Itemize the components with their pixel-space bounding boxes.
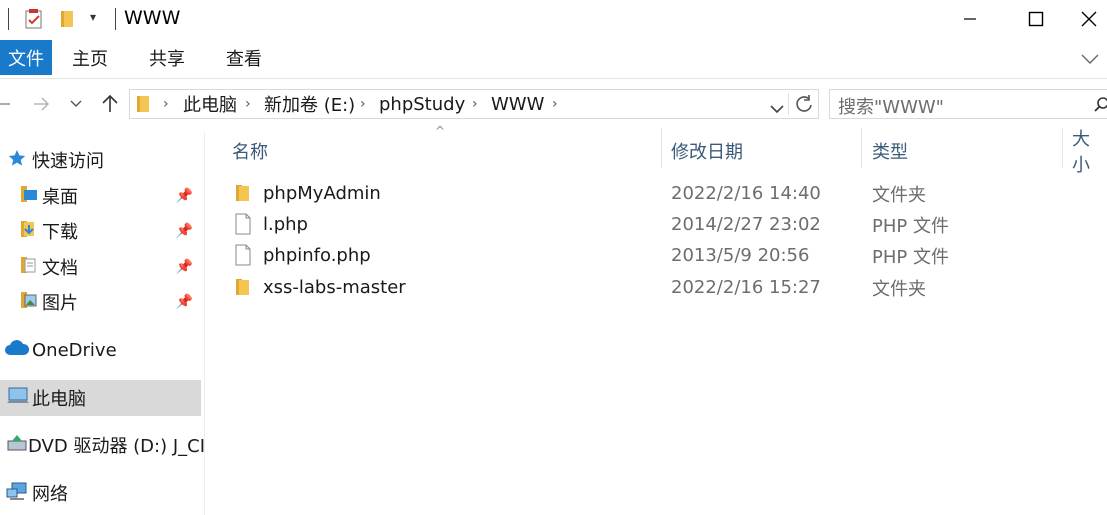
nav-quick-access[interactable]: 快速访问 <box>0 143 201 177</box>
cloud-icon <box>4 339 32 362</box>
nav-desktop[interactable]: 桌面 📌 <box>0 179 201 213</box>
nav-label: 文档 <box>42 258 78 279</box>
title-bar-divider <box>8 8 9 30</box>
breadcrumb-separator-icon[interactable]: › <box>552 90 558 118</box>
column-header-name[interactable]: 名称 <box>232 138 268 164</box>
up-button[interactable] <box>98 91 122 115</box>
sort-ascending-icon: ^ <box>435 124 446 138</box>
breadcrumb-www[interactable]: WWW <box>491 90 544 118</box>
breadcrumb-separator-icon[interactable]: › <box>472 90 478 118</box>
recent-locations-chevron-icon[interactable] <box>66 92 86 116</box>
address-history-chevron-icon[interactable] <box>770 99 784 120</box>
pin-icon[interactable]: 📌 <box>176 223 193 239</box>
refresh-icon[interactable] <box>794 94 814 119</box>
title-bar: ▾ WWW <box>0 0 1107 38</box>
folder-icon <box>234 277 252 302</box>
downloads-folder-icon <box>20 219 42 244</box>
file-icon <box>235 244 251 271</box>
file-name[interactable]: phpMyAdmin <box>263 178 381 209</box>
address-bar[interactable]: › 此电脑 › 新加卷 (E:) › phpStudy › WWW › <box>129 89 819 119</box>
title-bar-divider <box>115 8 116 30</box>
nav-label: 快速访问 <box>32 151 104 172</box>
file-type: PHP 文件 <box>872 246 949 268</box>
file-row[interactable]: l.php 2014/2/27 23:02 PHP 文件 <box>226 209 1106 240</box>
file-modified: 2022/2/16 15:27 <box>671 277 821 298</box>
forward-button[interactable] <box>30 92 52 116</box>
file-modified: 2013/5/9 20:56 <box>671 245 810 266</box>
search-icon[interactable] <box>1094 96 1107 117</box>
pin-icon[interactable]: 📌 <box>176 294 193 310</box>
pin-icon[interactable]: 📌 <box>176 259 193 275</box>
column-header-modified[interactable]: 修改日期 <box>671 138 743 164</box>
nav-label: 下载 <box>42 222 78 243</box>
file-name[interactable]: xss-labs-master <box>263 272 406 303</box>
tab-share[interactable]: 共享 <box>149 38 185 78</box>
desktop-folder-icon <box>20 184 42 209</box>
documents-folder-icon <box>20 255 42 280</box>
breadcrumb-this-pc[interactable]: 此电脑 <box>183 90 237 118</box>
tab-home[interactable]: 主页 <box>72 38 108 78</box>
file-type: 文件夹 <box>872 184 926 206</box>
window-title: WWW <box>124 7 181 29</box>
minimize-button[interactable] <box>947 0 993 38</box>
nav-label: OneDrive <box>32 339 117 361</box>
nav-downloads[interactable]: 下载 📌 <box>0 214 201 248</box>
breadcrumb-separator-icon[interactable]: › <box>360 90 366 118</box>
properties-icon[interactable] <box>24 8 44 35</box>
pin-icon[interactable]: 📌 <box>176 188 193 204</box>
file-type: 文件夹 <box>872 278 926 300</box>
tab-file[interactable]: 文件 <box>0 40 52 75</box>
tab-view[interactable]: 查看 <box>226 38 262 78</box>
folder-icon <box>234 183 252 208</box>
nav-pictures[interactable]: 图片 📌 <box>0 285 201 319</box>
file-row[interactable]: phpinfo.php 2013/5/9 20:56 PHP 文件 <box>226 240 1106 271</box>
network-icon <box>6 481 32 506</box>
navigation-pane: 快速访问 桌面 📌 下载 📌 文档 📌 图片 📌 OneDrive 此电脑 DV… <box>0 132 205 515</box>
search-input[interactable]: 搜索"WWW" <box>838 93 944 119</box>
ribbon: 文件 主页 共享 查看 <box>0 38 1107 79</box>
maximize-button[interactable] <box>1013 0 1059 38</box>
column-header-size[interactable]: 大小 <box>1072 129 1107 176</box>
nav-label: DVD 驱动器 (D:) J_CI <box>28 436 206 457</box>
nav-documents[interactable]: 文档 📌 <box>0 250 201 284</box>
nav-label: 桌面 <box>42 187 78 208</box>
nav-onedrive[interactable]: OneDrive <box>0 333 201 367</box>
nav-network[interactable]: 网络 <box>0 476 201 510</box>
file-icon <box>235 213 251 240</box>
breadcrumb-phpstudy[interactable]: phpStudy <box>379 90 465 118</box>
file-name[interactable]: phpinfo.php <box>263 240 371 271</box>
column-divider[interactable] <box>861 128 862 168</box>
file-row[interactable]: phpMyAdmin 2022/2/16 14:40 文件夹 <box>226 178 1106 209</box>
folder-icon <box>135 94 151 119</box>
address-divider <box>788 93 789 115</box>
computer-icon <box>6 386 32 411</box>
star-icon <box>8 149 28 172</box>
file-row[interactable]: xss-labs-master 2022/2/16 15:27 文件夹 <box>226 272 1106 303</box>
nav-this-pc[interactable]: 此电脑 <box>0 380 201 416</box>
close-button[interactable] <box>1080 0 1107 38</box>
file-name[interactable]: l.php <box>263 209 308 240</box>
nav-label: 图片 <box>42 293 78 314</box>
column-header-type[interactable]: 类型 <box>872 138 908 164</box>
nav-label: 此电脑 <box>32 389 86 410</box>
nav-dvd-drive[interactable]: DVD 驱动器 (D:) J_CI <box>0 428 205 462</box>
breadcrumb-drive-e[interactable]: 新加卷 (E:) <box>264 90 355 118</box>
pictures-folder-icon <box>20 290 42 315</box>
file-type: PHP 文件 <box>872 215 949 237</box>
customize-toolbar-dropdown-icon[interactable]: ▾ <box>90 10 96 24</box>
nav-label: 网络 <box>32 484 68 505</box>
file-modified: 2014/2/27 23:02 <box>671 214 821 235</box>
column-divider[interactable] <box>661 128 662 168</box>
back-button[interactable] <box>0 92 12 116</box>
column-divider[interactable] <box>1062 128 1063 168</box>
breadcrumb-separator-icon[interactable]: › <box>245 90 251 118</box>
breadcrumb-separator-icon[interactable]: › <box>163 90 169 118</box>
new-folder-icon[interactable] <box>58 9 76 34</box>
search-box[interactable]: 搜索"WWW" <box>829 89 1107 119</box>
file-modified: 2022/2/16 14:40 <box>671 183 821 204</box>
expand-ribbon-icon[interactable] <box>1081 49 1099 70</box>
dvd-drive-icon <box>6 433 28 458</box>
